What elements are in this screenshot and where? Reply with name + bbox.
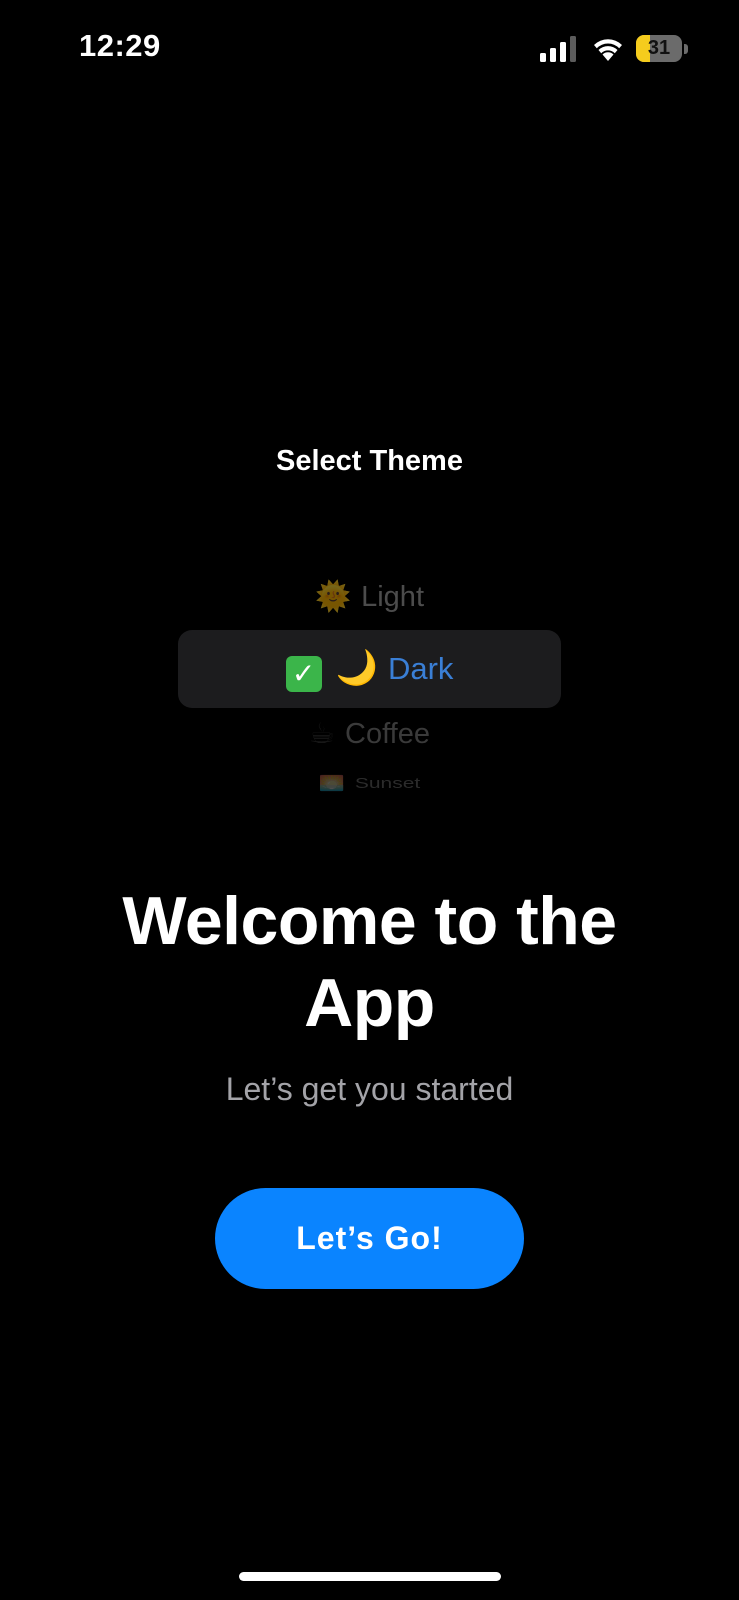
wifi-icon bbox=[594, 39, 622, 61]
theme-option-label: Light bbox=[361, 581, 424, 613]
home-indicator[interactable] bbox=[239, 1572, 501, 1581]
theme-option-label: Coffee bbox=[345, 718, 430, 750]
status-bar: 12:29 31 bbox=[0, 0, 739, 100]
moon-icon: 🌙 bbox=[335, 649, 378, 687]
lets-go-button[interactable]: Let’s Go! bbox=[215, 1188, 524, 1289]
welcome-title: Welcome to the App bbox=[122, 883, 617, 1041]
theme-option-label: Dark bbox=[387, 651, 454, 686]
coffee-icon: ☕ bbox=[309, 718, 336, 750]
battery-level: 31 bbox=[647, 37, 671, 59]
status-time: 12:29 bbox=[79, 28, 161, 63]
cellular-signal-icon bbox=[540, 36, 576, 62]
battery-cap bbox=[684, 44, 688, 54]
theme-option-label: Sunset bbox=[354, 775, 421, 792]
battery-icon: 31 bbox=[636, 35, 682, 62]
theme-option-sunset[interactable]: 🌅 Sunset bbox=[0, 776, 739, 793]
checkmark-icon: ✓ bbox=[285, 656, 322, 692]
theme-option-dark[interactable]: ✓ 🌙 Dark bbox=[0, 648, 739, 692]
welcome-subtitle: Let’s get you started bbox=[225, 1071, 514, 1107]
sun-icon: 🌞 bbox=[315, 581, 352, 613]
theme-option-light[interactable]: 🌞 Light bbox=[0, 580, 739, 614]
theme-picker[interactable]: 🌞 Light ✓ 🌙 Dark ☕ Coffee 🌅 Sunset bbox=[0, 560, 739, 810]
select-theme-title: Select Theme bbox=[276, 445, 463, 477]
battery-indicator: 31 bbox=[636, 35, 688, 62]
sunset-icon: 🌅 bbox=[318, 775, 345, 792]
theme-option-coffee[interactable]: ☕ Coffee bbox=[0, 716, 739, 751]
